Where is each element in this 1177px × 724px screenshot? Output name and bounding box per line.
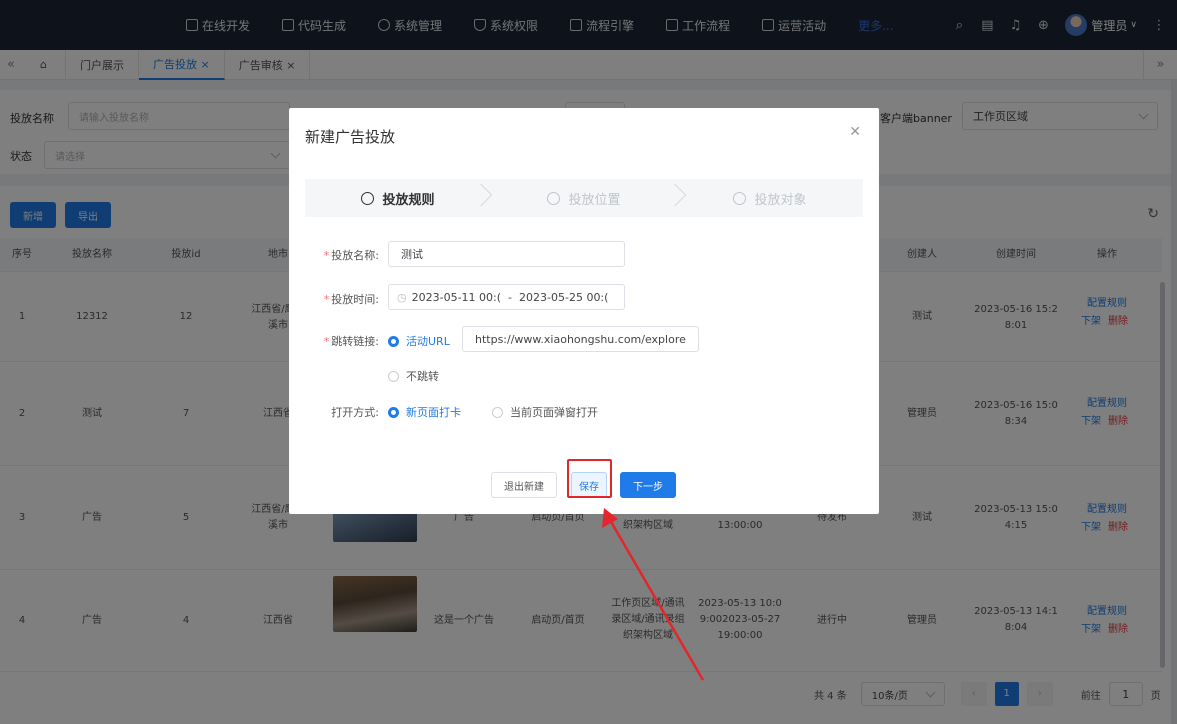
close-icon[interactable]: ✕ (849, 124, 861, 140)
ad-name-input[interactable]: 测试 (388, 241, 625, 267)
radio-current-page-popup[interactable]: 当前页面弹窗打开 (492, 404, 598, 420)
step-circle-icon (733, 191, 747, 205)
save-highlight-box (567, 459, 612, 498)
open-mode-label: 打开方式: (331, 406, 379, 419)
link-url-input[interactable]: https://www.xiaohongshu.com/explore (462, 326, 699, 352)
radio-no-redirect[interactable]: 不跳转 (388, 368, 439, 384)
radio-dot-icon (492, 406, 503, 418)
dialog-title: 新建广告投放 (305, 128, 396, 146)
step-position[interactable]: 投放位置 (491, 179, 677, 217)
step-target[interactable]: 投放对象 (677, 179, 863, 217)
step-rules[interactable]: 投放规则 (305, 179, 491, 217)
radio-new-page[interactable]: 新页面打卡 (388, 404, 461, 420)
radio-dot-icon (388, 406, 399, 418)
link-label: * 跳转链接: (323, 335, 379, 348)
radio-activity-url[interactable]: 活动URL (388, 333, 450, 349)
name-label: * 投放名称: (323, 249, 379, 262)
radio-dot-icon (388, 370, 399, 382)
steps-bar: 投放规则 投放位置 投放对象 (305, 179, 863, 217)
step-circle-icon (547, 191, 561, 205)
clock-icon: ◷ (397, 290, 407, 304)
step-circle-icon (361, 191, 375, 205)
new-ad-dialog: 新建广告投放 ✕ 投放规则 投放位置 投放对象 * 投放名称: 测试 * 投放时间:… (289, 108, 879, 514)
exit-new-button[interactable]: 退出新建 (491, 472, 557, 498)
radio-dot-icon (388, 335, 399, 347)
next-step-button[interactable]: 下一步 (620, 472, 676, 498)
ad-time-range-picker[interactable]: ◷ 2023-05-11 00:( - 2023-05-25 00:( (388, 284, 625, 310)
time-label: * 投放时间: (323, 293, 379, 306)
